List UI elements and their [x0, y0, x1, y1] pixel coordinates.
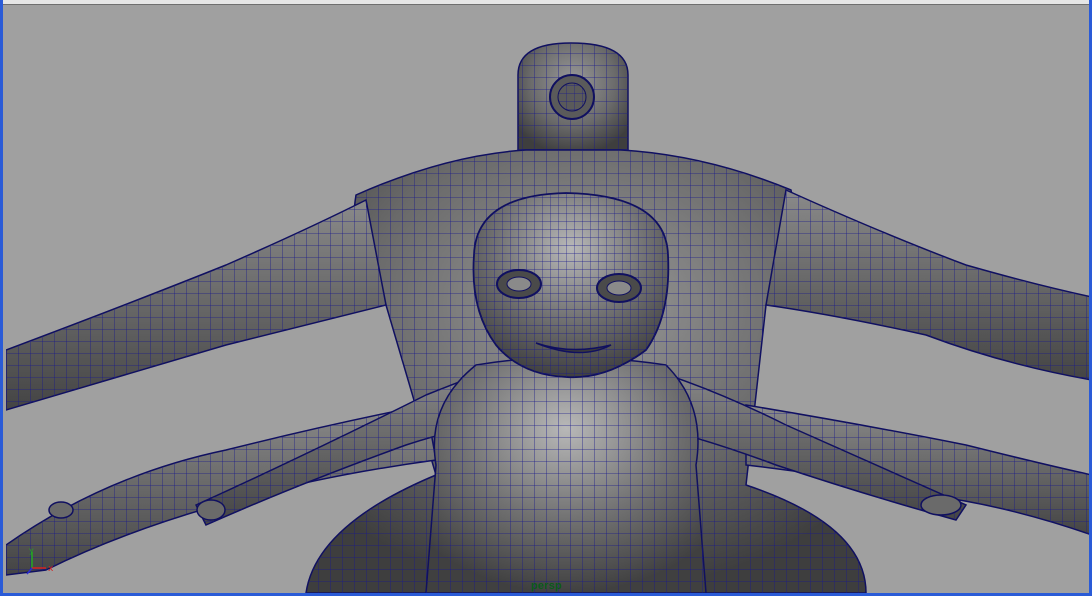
- perspective-viewport[interactable]: persp y x: [6, 5, 1089, 593]
- camera-name-label: persp: [531, 580, 562, 592]
- view-axis-gizmo: y x: [26, 548, 66, 578]
- maya-viewport-window: persp y x: [0, 0, 1092, 596]
- z-axis-line: [26, 567, 33, 575]
- mesh-render: [6, 42, 1089, 593]
- x-axis-label: x: [48, 564, 54, 574]
- y-axis-label: y: [29, 548, 34, 555]
